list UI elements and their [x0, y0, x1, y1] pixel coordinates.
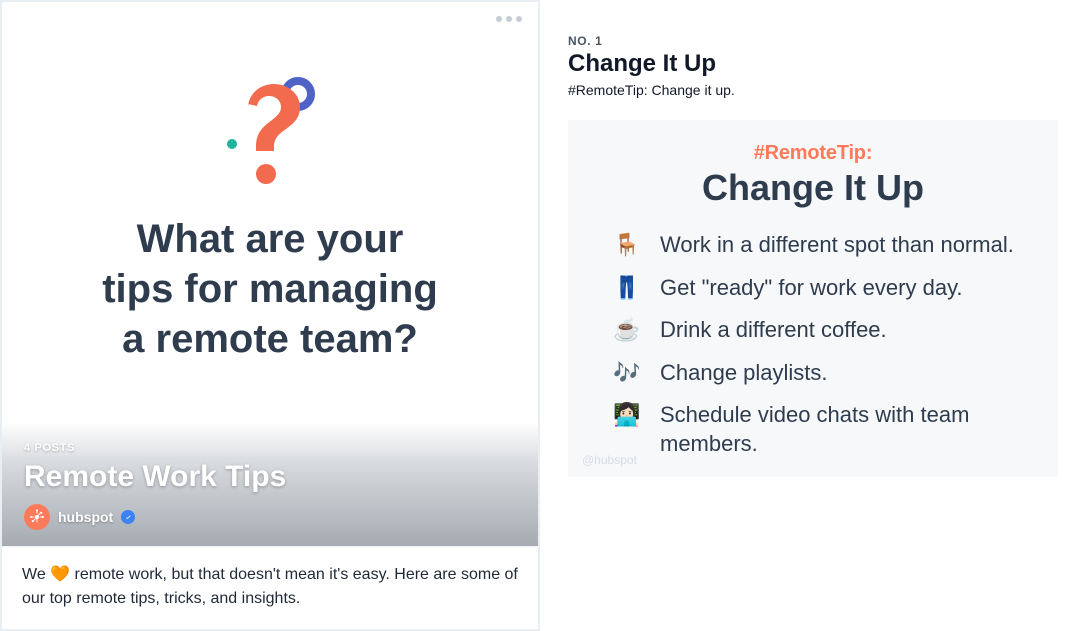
list-item: 👖 Get "ready" for work every day. [612, 274, 1022, 303]
list-item: 🪑 Work in a different spot than normal. [612, 231, 1022, 260]
list-item: 🎶 Change playlists. [612, 359, 1022, 388]
post-title: Change It Up [568, 50, 1080, 78]
question-mark-icon [210, 72, 330, 192]
avatar [24, 504, 50, 530]
post-caption: #RemoteTip: Change it up. [568, 82, 1080, 98]
app-root: What are your tips for managing a remote… [0, 0, 1080, 631]
hero-line-2: tips for managing [102, 267, 438, 311]
caption-hashtag[interactable]: #RemoteTip [568, 82, 644, 98]
guide-description: We 🧡 remote work, but that doesn't mean … [2, 546, 538, 629]
tips-list: 🪑 Work in a different spot than normal. … [590, 231, 1036, 459]
desc-pre: We [22, 566, 50, 583]
coffee-icon: ☕ [612, 316, 642, 344]
guide-title: Remote Work Tips [24, 460, 516, 494]
guide-cover-panel: What are your tips for managing a remote… [0, 0, 540, 631]
hero-line-3: a remote team? [122, 317, 418, 361]
hero-area: What are your tips for managing a remote… [2, 2, 538, 546]
tip-text: Work in a different spot than normal. [660, 231, 1014, 260]
list-item: 👩🏻‍💻 Schedule video chats with team memb… [612, 401, 1022, 458]
list-item: ☕ Drink a different coffee. [612, 316, 1022, 345]
hero-question: What are your tips for managing a remote… [102, 214, 438, 364]
heart-icon: 🧡 [50, 566, 70, 583]
chair-icon: 🪑 [612, 231, 642, 259]
tip-card-hashtag: #RemoteTip: [590, 142, 1036, 165]
tip-text: Get "ready" for work every day. [660, 274, 963, 303]
hero-line-1: What are your [137, 217, 404, 261]
music-notes-icon: 🎶 [612, 359, 642, 387]
guide-card[interactable]: What are your tips for managing a remote… [2, 2, 538, 629]
tip-text: Change playlists. [660, 359, 828, 388]
tip-card-heading: Change It Up [590, 167, 1036, 209]
post-panel: NO. 1 Change It Up #RemoteTip: Change it… [540, 0, 1080, 631]
posts-count: 4 POSTS [24, 442, 516, 454]
desc-post: remote work, but that doesn't mean it's … [22, 566, 518, 607]
caption-rest: : Change it up. [644, 82, 735, 98]
verified-badge-icon [121, 510, 135, 524]
tip-card: #RemoteTip: Change It Up 🪑 Work in a dif… [568, 120, 1058, 477]
watermark: @hubspot [582, 453, 637, 467]
jeans-icon: 👖 [612, 274, 642, 302]
author-row[interactable]: hubspot [24, 504, 516, 530]
tip-text: Schedule video chats with team members. [660, 401, 1022, 458]
laptop-person-icon: 👩🏻‍💻 [612, 401, 642, 429]
post-number: NO. 1 [568, 34, 1080, 48]
author-name: hubspot [58, 509, 113, 525]
cover-overlay: 4 POSTS Remote Work Tips hubspot [2, 422, 538, 546]
tip-text: Drink a different coffee. [660, 316, 887, 345]
